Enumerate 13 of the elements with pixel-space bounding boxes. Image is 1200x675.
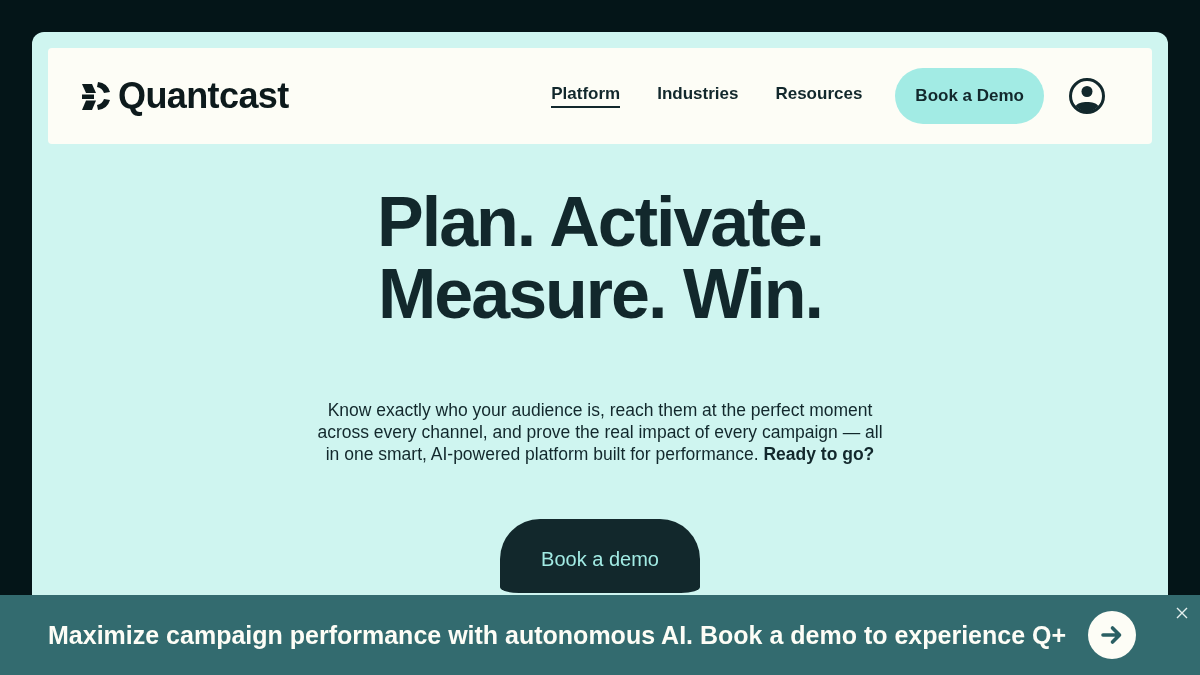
nav-link[interactable]: Platform — [551, 84, 621, 108]
brand-name[interactable]: Quantcast — [118, 76, 289, 116]
banner-text: Maximize campaign performance with autonomous AI. Book a demo to experience Q+ — [48, 620, 1067, 650]
logo-icon[interactable] — [80, 80, 112, 112]
hero-headline: Plan. Activate. Measure. Win. — [377, 186, 823, 330]
arrow-right-icon[interactable] — [1088, 611, 1136, 659]
nav-link[interactable]: Industries — [657, 84, 739, 108]
close-icon[interactable] — [1176, 607, 1188, 619]
hero-description: Know exactly who your audience is, reach them at the perfect moment across every channel, and prove the real impact of every campaign — all in one smart, AI-powered platform built for performance. Ready to go? — [316, 399, 884, 465]
account-icon[interactable] — [1069, 78, 1105, 114]
book-demo-button[interactable]: Book a Demo — [895, 68, 1044, 124]
nav-link[interactable]: Resources — [775, 84, 863, 108]
book-demo-button[interactable]: Book a demo — [500, 519, 700, 593]
